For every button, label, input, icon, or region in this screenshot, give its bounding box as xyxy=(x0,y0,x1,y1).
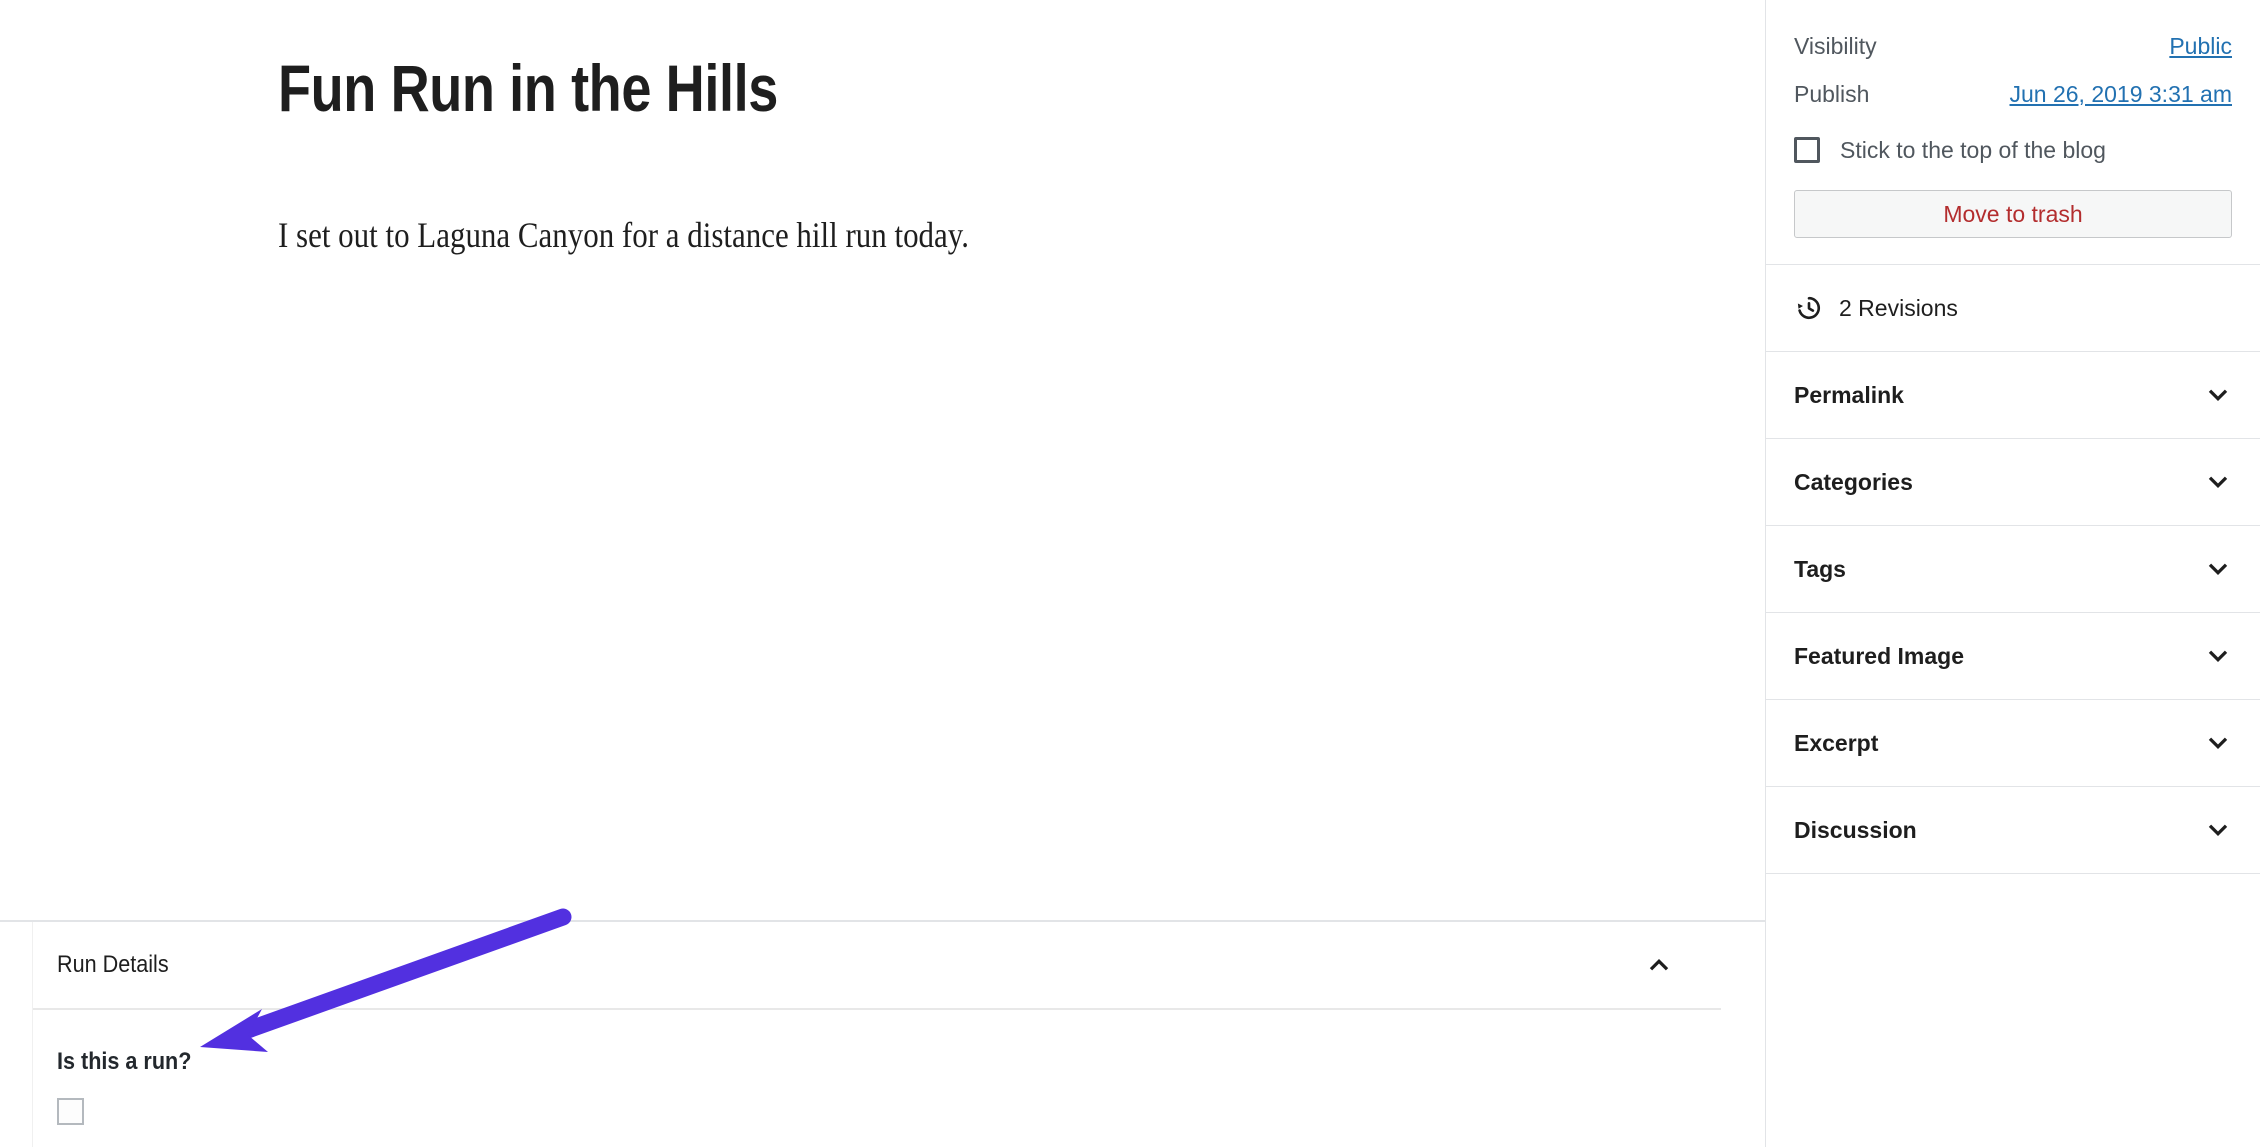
sidebar-panel-excerpt[interactable]: Excerpt xyxy=(1766,700,2260,787)
sidebar-panel-featured-image[interactable]: Featured Image xyxy=(1766,613,2260,700)
screen-root: Fun Run in the Hills I set out to Laguna… xyxy=(0,0,2260,1147)
revisions-row[interactable]: 2 Revisions xyxy=(1766,265,2260,352)
is-this-a-run-label: Is this a run? xyxy=(57,1048,192,1075)
status-and-visibility-panel: Visibility Public Publish Jun 26, 2019 3… xyxy=(1766,0,2260,265)
panel-label: Categories xyxy=(1794,468,1913,495)
post-editor-canvas: Fun Run in the Hills I set out to Laguna… xyxy=(0,0,1765,1147)
sidebar-panel-permalink[interactable]: Permalink xyxy=(1766,352,2260,439)
panel-label: Permalink xyxy=(1794,381,1904,408)
chevron-down-icon[interactable] xyxy=(2202,640,2234,672)
run-details-metabox-inner: Run Details Is this a run? xyxy=(32,922,1721,1147)
sticky-row: Stick to the top of the blog xyxy=(1794,124,2232,176)
document-settings-sidebar: Visibility Public Publish Jun 26, 2019 3… xyxy=(1765,0,2260,1147)
chevron-down-icon[interactable] xyxy=(2202,553,2234,585)
visibility-row: Visibility Public xyxy=(1794,22,2232,70)
chevron-down-icon[interactable] xyxy=(2202,814,2234,846)
post-title[interactable]: Fun Run in the Hills xyxy=(278,50,1344,128)
chevron-up-icon[interactable] xyxy=(1642,948,1676,982)
publish-row: Publish Jun 26, 2019 3:31 am xyxy=(1794,70,2232,118)
run-details-body: Is this a run? xyxy=(33,1010,1721,1147)
publish-date-link[interactable]: Jun 26, 2019 3:31 am xyxy=(2010,81,2233,108)
publish-label: Publish xyxy=(1794,80,1870,107)
sidebar-panel-discussion[interactable]: Discussion xyxy=(1766,787,2260,874)
visibility-label: Visibility xyxy=(1794,32,1877,59)
chevron-down-icon[interactable] xyxy=(2202,379,2234,411)
post-paragraph-block[interactable]: I set out to Laguna Canyon for a distanc… xyxy=(278,208,1439,262)
panel-label: Discussion xyxy=(1794,816,1917,843)
panel-label: Tags xyxy=(1794,555,1846,582)
visibility-value-link[interactable]: Public xyxy=(2169,33,2232,60)
revisions-label: 2 Revisions xyxy=(1839,294,1958,321)
chevron-down-icon[interactable] xyxy=(2202,466,2234,498)
panel-label: Featured Image xyxy=(1794,642,1964,669)
move-to-trash-button[interactable]: Move to trash xyxy=(1794,190,2232,238)
stick-to-top-label: Stick to the top of the blog xyxy=(1840,136,2106,163)
chevron-down-icon[interactable] xyxy=(2202,727,2234,759)
sidebar-panel-categories[interactable]: Categories xyxy=(1766,439,2260,526)
panel-label: Excerpt xyxy=(1794,729,1879,756)
revisions-clock-icon xyxy=(1794,293,1824,323)
is-this-a-run-checkbox[interactable] xyxy=(57,1098,84,1125)
stick-to-top-checkbox[interactable] xyxy=(1794,137,1820,163)
sidebar-panel-tags[interactable]: Tags xyxy=(1766,526,2260,613)
run-details-header[interactable]: Run Details xyxy=(33,922,1721,1010)
run-details-title: Run Details xyxy=(57,951,169,978)
run-details-metabox: Run Details Is this a run? xyxy=(0,920,1765,1147)
